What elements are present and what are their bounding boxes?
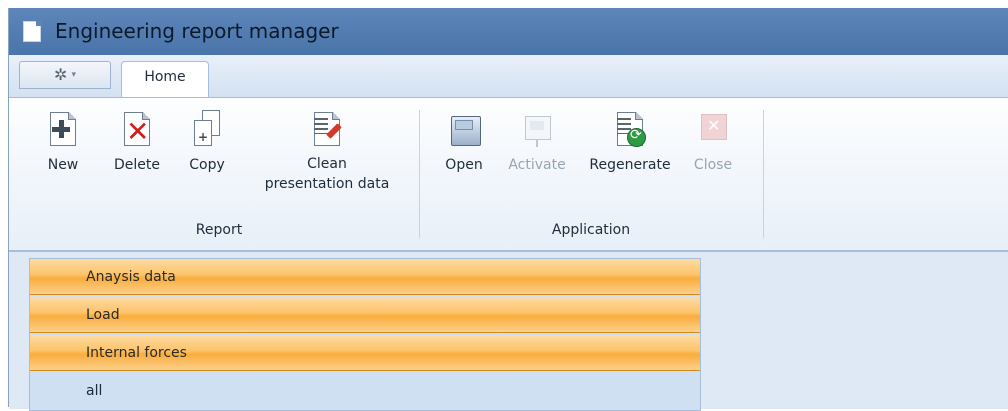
panel-header-analysis-data[interactable]: Anaysis data bbox=[30, 259, 700, 295]
regenerate-icon bbox=[613, 110, 647, 150]
clean-presentation-data-button[interactable]: Clean presentation data bbox=[249, 110, 405, 194]
activate-button-label: Activate bbox=[508, 157, 566, 173]
navigation-panel: Anaysis data Load Internal forces all bbox=[29, 258, 701, 411]
app-window: Engineering report manager ✲ ▾ Home New … bbox=[8, 8, 1008, 411]
tab-home[interactable]: Home bbox=[121, 61, 209, 98]
document-icon bbox=[23, 21, 41, 42]
list-item[interactable]: all bbox=[30, 373, 700, 409]
clean-label-line1: Clean bbox=[307, 156, 347, 172]
activate-icon bbox=[520, 110, 554, 150]
close-icon bbox=[696, 110, 730, 150]
new-document-icon bbox=[46, 110, 80, 150]
copy-button-label: Copy bbox=[189, 157, 225, 173]
app-menu-button[interactable]: ✲ ▾ bbox=[19, 61, 111, 89]
chevron-down-icon: ▾ bbox=[71, 70, 76, 80]
tab-strip: ✲ ▾ Home bbox=[9, 55, 1008, 98]
activate-button[interactable]: Activate bbox=[501, 110, 573, 175]
open-button-label: Open bbox=[445, 157, 483, 173]
clean-label-line2: presentation data bbox=[264, 176, 390, 192]
copy-document-icon: + bbox=[190, 110, 224, 150]
close-button-label: Close bbox=[693, 157, 733, 173]
close-button[interactable]: Close bbox=[689, 110, 737, 175]
group-label-application: Application bbox=[551, 222, 631, 238]
regenerate-button-label: Regenerate bbox=[589, 157, 671, 173]
clean-data-icon bbox=[310, 110, 344, 150]
group-separator bbox=[763, 110, 764, 238]
copy-button[interactable]: + Copy bbox=[185, 110, 229, 175]
group-label-report: Report bbox=[195, 222, 243, 238]
gear-icon: ✲ bbox=[54, 65, 68, 84]
group-separator bbox=[419, 110, 420, 238]
panel-header-load[interactable]: Load bbox=[30, 297, 700, 333]
delete-button-label: Delete bbox=[114, 157, 160, 173]
open-button[interactable]: Open bbox=[437, 110, 491, 175]
new-button[interactable]: New bbox=[43, 110, 83, 175]
regenerate-button[interactable]: Regenerate bbox=[577, 110, 683, 175]
window-title: Engineering report manager bbox=[55, 19, 339, 43]
content-area: Anaysis data Load Internal forces all bbox=[9, 250, 1008, 411]
title-bar[interactable]: Engineering report manager bbox=[9, 8, 1008, 55]
ribbon: New ✕ Delete + Copy Clean presentation d… bbox=[9, 97, 1008, 251]
panel-header-internal-forces[interactable]: Internal forces bbox=[30, 335, 700, 371]
delete-document-icon: ✕ bbox=[120, 110, 154, 150]
new-button-label: New bbox=[47, 157, 79, 173]
delete-button[interactable]: ✕ Delete bbox=[111, 110, 163, 175]
open-folder-icon bbox=[447, 110, 481, 150]
